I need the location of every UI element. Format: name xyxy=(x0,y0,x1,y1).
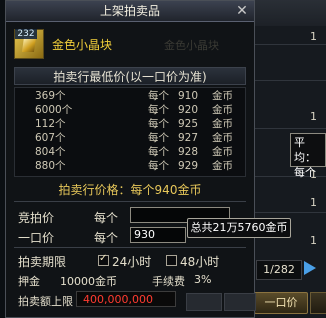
min-price-header: 拍卖行最低价(以一口价为准) xyxy=(14,67,246,85)
price-value: 927 xyxy=(178,132,199,144)
market-price-summary: 拍卖行价格：每个940金币 xyxy=(58,183,202,197)
crystal-gem-shape xyxy=(21,37,37,52)
cancel-button-disabled[interactable] xyxy=(224,293,256,311)
price-list: 369个 每个 910 金币 6000个 每个 920 金币 112个 每个 9… xyxy=(14,87,246,177)
background-header xyxy=(254,0,326,27)
price-unit: 金币 xyxy=(212,146,233,158)
price-qty: 804个 xyxy=(35,146,66,158)
background-list-value: 1 xyxy=(310,110,317,123)
divider xyxy=(14,201,246,202)
price-each-label: 每个 xyxy=(148,146,169,158)
list-item-dialog: 上架拍卖品 ✕ 232 金色小晶块 金色小晶块 拍卖行最低价(以一口价为准) 3… xyxy=(5,0,256,318)
price-unit: 金币 xyxy=(212,104,233,116)
item-name-shadow: 金色小晶块 xyxy=(164,39,219,52)
price-each-label: 每个 xyxy=(148,132,169,144)
bid-price-label: 竞拍价 xyxy=(18,211,55,225)
price-each-label: 每个 xyxy=(148,160,169,172)
gold-crystal-icon[interactable]: 232 xyxy=(14,29,44,59)
page-indicator: 1/282 xyxy=(256,260,302,280)
fee-label: 手续费 xyxy=(152,275,185,288)
item-name: 金色小晶块 xyxy=(52,38,113,52)
price-row: 607个 每个 927 金币 xyxy=(15,131,245,145)
background-list-value: 1 xyxy=(310,30,317,43)
price-row: 112个 每个 925 金币 xyxy=(15,117,245,131)
price-each-label: 每个 xyxy=(148,118,169,130)
secondary-button[interactable] xyxy=(310,292,326,314)
close-icon[interactable]: ✕ xyxy=(234,3,250,19)
background-list-value: 1 xyxy=(310,234,317,247)
tooltip-line-each: 每个 xyxy=(294,166,316,179)
price-unit: 金币 xyxy=(212,132,233,144)
buyout-button[interactable]: 一口价 xyxy=(254,292,308,314)
tooltip-line-average: 平均： xyxy=(294,136,316,164)
buyout-price-label: 一口价 xyxy=(18,231,55,245)
price-row: 880个 每个 929 金币 xyxy=(15,159,245,173)
next-page-icon[interactable] xyxy=(304,261,316,275)
price-row: 6000个 每个 920 金币 xyxy=(15,103,245,117)
total-price-tooltip: 总共21万5760金币 xyxy=(187,218,291,238)
price-qty: 880个 xyxy=(35,160,66,172)
price-qty: 369个 xyxy=(35,90,66,102)
duration-48h-checkbox[interactable] xyxy=(166,255,177,266)
price-value: 925 xyxy=(178,118,199,130)
price-each-label: 每个 xyxy=(148,104,169,116)
duration-24h-label: 24小时 xyxy=(112,255,152,269)
duration-24h-checkbox[interactable] xyxy=(98,253,109,266)
background-row-divider xyxy=(254,44,326,45)
dialog-title: 上架拍卖品 xyxy=(6,1,254,22)
price-cap-label: 拍卖额上限 xyxy=(18,295,73,308)
divider xyxy=(14,247,246,248)
price-cap-value: 400,000,000 xyxy=(76,291,176,307)
price-unit: 金币 xyxy=(212,90,233,102)
bid-each-label: 每个 xyxy=(94,211,119,225)
item-info: 232 金色小晶块 金色小晶块 xyxy=(14,29,248,59)
confirm-button-disabled[interactable] xyxy=(186,293,222,311)
price-value: 929 xyxy=(178,160,199,172)
background-row-divider xyxy=(254,80,326,81)
price-unit: 金币 xyxy=(212,160,233,172)
price-unit: 金币 xyxy=(212,118,233,130)
buyout-price-input[interactable] xyxy=(130,227,186,243)
background-row-divider xyxy=(254,212,326,213)
buyout-each-label: 每个 xyxy=(94,231,119,245)
price-row: 369个 每个 910 金币 xyxy=(15,89,245,103)
background-list-value: 1 xyxy=(310,196,317,209)
duration-48h-label: 48小时 xyxy=(180,255,220,269)
price-qty: 607个 xyxy=(35,132,66,144)
price-value: 910 xyxy=(178,90,199,102)
price-qty: 112个 xyxy=(35,118,66,130)
pager: 1/282 xyxy=(254,258,326,282)
price-each-label: 每个 xyxy=(148,90,169,102)
price-value: 920 xyxy=(178,104,199,116)
price-value: 928 xyxy=(178,146,199,158)
average-price-tooltip: 平均： 每个 xyxy=(290,133,326,179)
price-row: 804个 每个 928 金币 xyxy=(15,145,245,159)
fee-value: 3% xyxy=(194,273,212,286)
deposit-value: 10000金币 xyxy=(60,275,117,288)
deposit-label: 押金 xyxy=(18,275,40,288)
duration-label: 拍卖期限 xyxy=(18,255,67,269)
price-qty: 6000个 xyxy=(35,104,73,116)
item-stack-count: 232 xyxy=(15,29,37,39)
background-row-divider xyxy=(254,128,326,129)
